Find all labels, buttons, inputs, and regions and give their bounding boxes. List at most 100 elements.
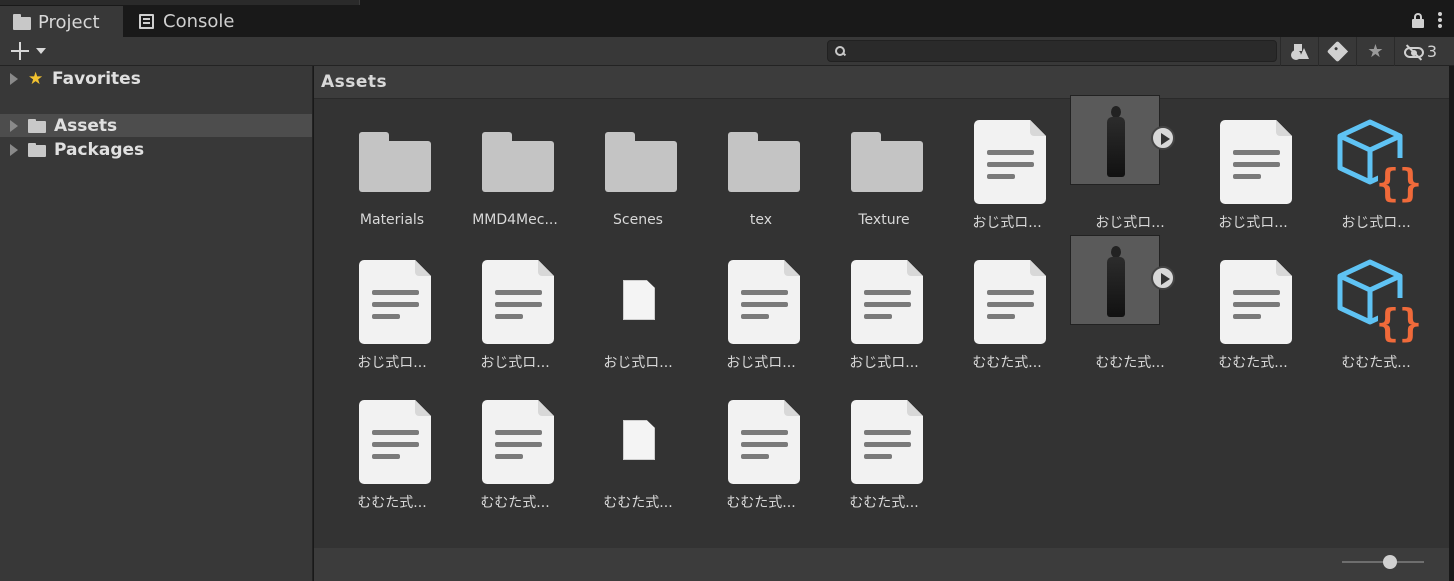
document-icon	[477, 396, 554, 486]
search-input[interactable]	[850, 42, 1270, 60]
asset-item[interactable]: むむた式...	[952, 239, 1062, 371]
asset-item[interactable]: おじ式ロ...	[1198, 99, 1308, 231]
document-icon	[846, 256, 923, 346]
lock-icon[interactable]	[1412, 12, 1424, 28]
asset-item[interactable]: むむた式...	[829, 379, 939, 511]
folder-icon	[477, 116, 554, 206]
asset-item[interactable]: {} むむた式...	[1321, 239, 1431, 371]
asset-item[interactable]: おじ式ロ...	[337, 239, 447, 371]
tree-item-label: Favorites	[52, 68, 141, 89]
asset-label: tex	[749, 212, 773, 228]
asset-label: むむた式...	[1095, 355, 1165, 371]
folder-icon	[354, 116, 431, 206]
window-edge	[1449, 66, 1454, 581]
top-strip-segment	[0, 0, 360, 5]
folder-icon	[12, 13, 32, 33]
asset-item[interactable]: Materials	[337, 99, 447, 228]
tree-item-assets[interactable]: Assets	[0, 114, 312, 137]
search-by-type-button[interactable]	[1280, 37, 1318, 66]
document-icon	[846, 396, 923, 486]
model-preview-icon	[1070, 95, 1175, 185]
asset-label: おじ式ロ...	[972, 215, 1042, 231]
asset-label: Materials	[359, 212, 425, 228]
search-by-label-button[interactable]	[1318, 37, 1356, 66]
prefab-script-icon: {}	[1337, 116, 1422, 206]
document-icon	[1215, 116, 1292, 206]
asset-label: むむた式...	[603, 495, 673, 511]
asset-label: むむた式...	[849, 495, 919, 511]
asset-label: むむた式...	[972, 355, 1042, 371]
asset-label: おじ式ロ...	[480, 355, 550, 371]
document-icon	[477, 256, 554, 346]
asset-item[interactable]: おじ式ロ...	[1070, 95, 1185, 231]
project-toolbar: ★ 3	[0, 37, 1454, 66]
more-options-icon[interactable]	[1438, 12, 1442, 28]
create-button[interactable]	[10, 41, 50, 61]
folder-tree: ★ Favorites Assets Packages	[0, 66, 313, 581]
status-bar	[314, 548, 1449, 581]
asset-item[interactable]: むむた式...	[1070, 235, 1185, 371]
asset-label: おじ式ロ...	[357, 355, 427, 371]
folder-icon	[28, 118, 46, 133]
folder-icon	[600, 116, 677, 206]
asset-label: Texture	[858, 212, 910, 228]
asset-item[interactable]: おじ式ロ...	[460, 239, 570, 371]
blank-file-icon	[600, 256, 676, 346]
asset-label: おじ式ロ...	[1341, 215, 1411, 231]
document-icon	[1215, 256, 1292, 346]
search-icon	[835, 46, 845, 56]
expand-arrow-icon[interactable]	[10, 72, 18, 85]
document-icon	[354, 396, 431, 486]
asset-item[interactable]: むむた式...	[460, 379, 570, 511]
asset-label: MMD4Mec...	[472, 212, 558, 228]
asset-label: おじ式ロ...	[726, 355, 796, 371]
asset-label: おじ式ロ...	[603, 355, 673, 371]
asset-grid: Materials MMD4Mec... Scenes tex Texture おじ式ロ.…	[314, 95, 1449, 548]
asset-item[interactable]: Texture	[829, 99, 939, 228]
breadcrumb: Assets	[314, 66, 1449, 99]
hidden-packages-button[interactable]: 3	[1394, 37, 1446, 66]
asset-item[interactable]: むむた式...	[337, 379, 447, 511]
asset-label: むむた式...	[1341, 355, 1411, 371]
expand-arrow-icon[interactable]	[10, 119, 18, 132]
asset-label: おじ式ロ...	[1095, 215, 1165, 231]
asset-item[interactable]: おじ式ロ...	[706, 239, 816, 371]
expand-arrow-icon[interactable]	[10, 143, 18, 156]
plus-icon	[10, 41, 30, 61]
asset-item[interactable]: tex	[706, 99, 816, 228]
document-icon	[969, 116, 1046, 206]
asset-browser: Assets Materials MMD4Mec... Scenes tex Textu…	[314, 66, 1449, 548]
tab-console[interactable]: Console	[124, 6, 254, 37]
asset-item[interactable]: おじ式ロ...	[952, 99, 1062, 231]
tree-item-label: Packages	[54, 139, 145, 160]
asset-item[interactable]: Scenes	[583, 99, 693, 228]
prefab-script-icon: {}	[1337, 256, 1422, 346]
tree-item-packages[interactable]: Packages	[0, 138, 312, 161]
asset-item[interactable]: おじ式ロ...	[583, 239, 693, 371]
document-icon	[969, 256, 1046, 346]
svg-text:{}: {}	[1376, 301, 1422, 345]
tree-item-favorites[interactable]: ★ Favorites	[0, 67, 312, 90]
tab-label: Console	[163, 11, 235, 32]
shapes-icon	[1290, 43, 1310, 61]
asset-label: むむた式...	[726, 495, 796, 511]
folder-icon	[846, 116, 923, 206]
asset-item[interactable]: MMD4Mec...	[460, 99, 570, 228]
search-field[interactable]	[827, 40, 1277, 62]
play-icon[interactable]	[1151, 126, 1175, 150]
star-icon: ★	[28, 68, 44, 89]
asset-item[interactable]: むむた式...	[1198, 239, 1308, 371]
console-icon	[137, 12, 157, 32]
asset-item[interactable]: おじ式ロ...	[829, 239, 939, 371]
save-search-button[interactable]: ★	[1356, 37, 1394, 66]
play-icon[interactable]	[1151, 266, 1175, 290]
zoom-slider-handle[interactable]	[1383, 555, 1397, 569]
eye-slash-icon	[1403, 43, 1424, 61]
document-icon	[354, 256, 431, 346]
tab-project[interactable]: Project	[0, 6, 123, 37]
chevron-down-icon	[36, 48, 46, 54]
asset-item[interactable]: むむた式...	[583, 379, 693, 511]
hidden-count: 3	[1426, 42, 1438, 61]
asset-item[interactable]: {} おじ式ロ...	[1321, 99, 1431, 231]
asset-item[interactable]: むむた式...	[706, 379, 816, 511]
